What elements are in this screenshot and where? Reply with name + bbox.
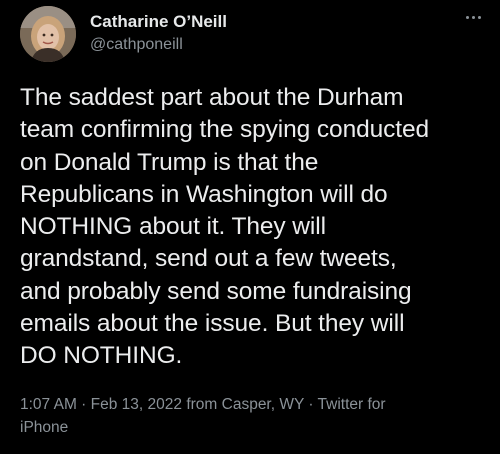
tweet-location: from Casper, WY [182,396,305,413]
tweet-text-line: team confirming the spying conducted [20,116,430,144]
tweet-text-line: emails about the issue. But they will [20,310,405,338]
tweet-text-line: DO NOTHING. [20,342,183,370]
author-handle[interactable]: @cathponeill [90,36,183,54]
tweet-metadata: 1:07 AM · Feb 13, 2022 from Casper, WY ·… [20,393,440,439]
more-horizontal-icon[interactable] [459,6,487,28]
tweet-text: The saddest part about the Durham team c… [20,82,490,373]
author-display-name[interactable]: Catharine O’Neill [90,12,227,32]
avatar[interactable] [20,6,76,62]
tweet-text-line: and probably send some fundraising [20,277,412,305]
tweet-text-line: on Donald Trump is that the [20,148,319,176]
tweet-text-line: The saddest part about the Durham [20,84,404,111]
meta-separator: · [76,396,91,413]
tweet-time-link[interactable]: 1:07 AM [20,396,77,413]
tweet-text-line: grandstand, send out a few tweets, [20,245,397,273]
tweet-client-link-cont[interactable]: iPhone [20,419,68,436]
avatar-image [20,6,76,62]
tweet-client-link[interactable]: Twitter for [318,396,386,413]
meta-separator: · [304,396,318,413]
tweet-text-line: NOTHING about it. They will [20,213,326,241]
tweet-text-line: Republicans in Washington will do [20,180,388,208]
tweet-date-link[interactable]: Feb 13, 2022 [91,396,182,413]
tweet: Catharine O’Neill @cathponeill The sadde… [0,0,500,454]
